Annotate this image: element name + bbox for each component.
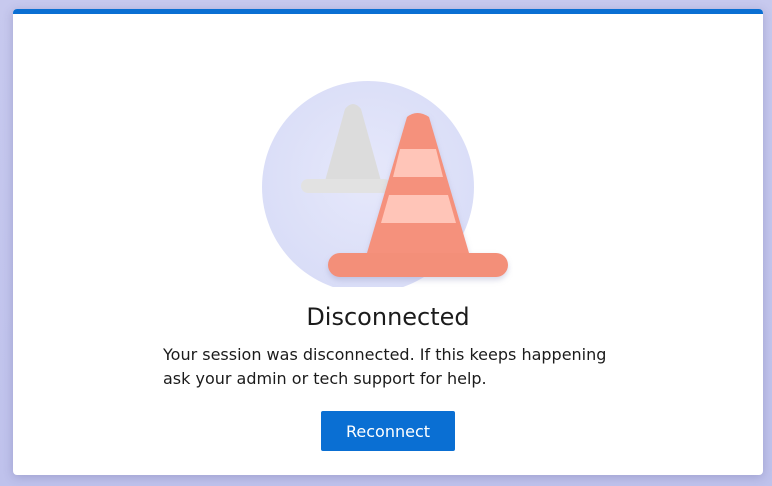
dialog-title: Disconnected — [306, 303, 470, 331]
reconnect-button[interactable]: Reconnect — [321, 411, 455, 451]
accent-bar — [13, 9, 763, 14]
dialog-message: Your session was disconnected. If this k… — [163, 345, 607, 388]
traffic-cone-icon — [262, 81, 508, 287]
disconnected-dialog: Disconnected Your session was disconnect… — [13, 9, 763, 475]
traffic-cone-illustration — [253, 77, 513, 287]
